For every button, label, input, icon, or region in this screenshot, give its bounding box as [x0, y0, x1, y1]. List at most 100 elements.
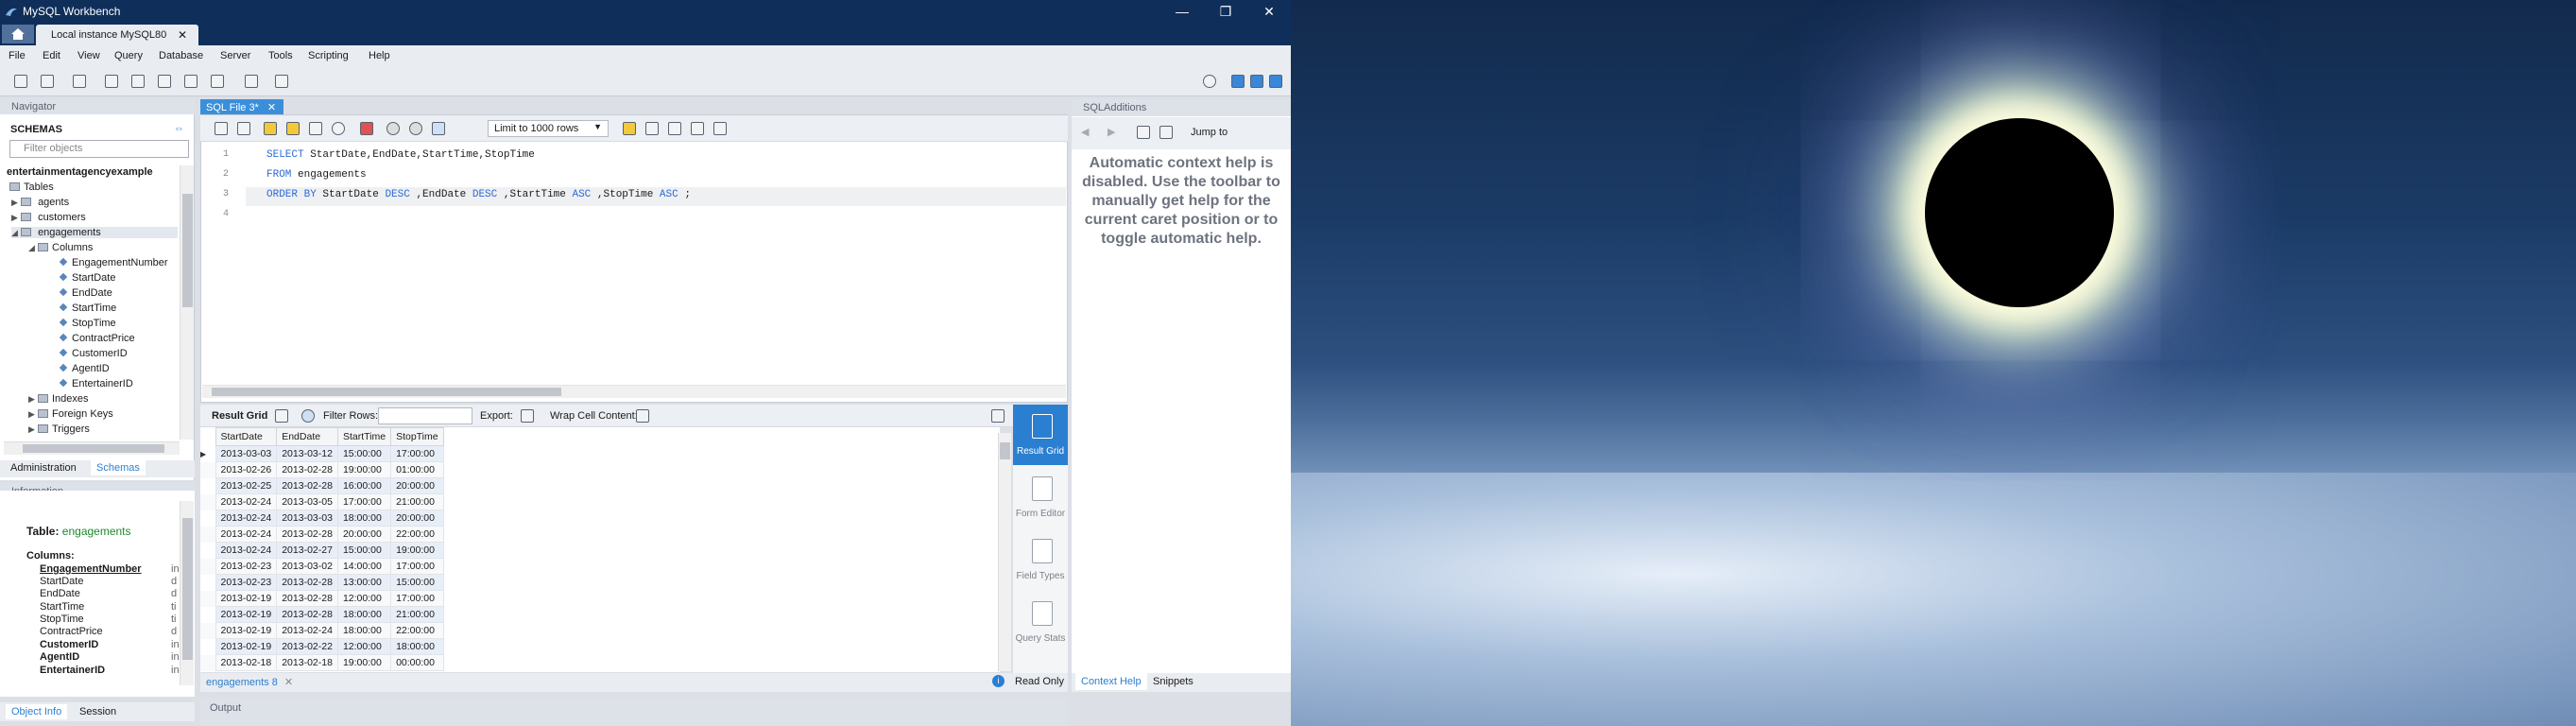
- table-cell[interactable]: 2013-02-25: [215, 477, 278, 494]
- table-cell[interactable]: 2013-02-28: [276, 477, 338, 494]
- tree-tables[interactable]: Tables: [9, 182, 54, 193]
- table-row[interactable]: 2013-02-24 2013-03-03 18:00:00 20:00:00: [200, 510, 444, 527]
- table-row[interactable]: 2013-02-19 2013-02-24 18:00:00 22:00:00: [200, 622, 444, 639]
- toggle-sidebar-icon[interactable]: [1228, 72, 1247, 91]
- jump-to-select[interactable]: Jump to: [1191, 127, 1228, 138]
- table-cell[interactable]: 18:00:00: [390, 638, 444, 655]
- table-cell[interactable]: 20:00:00: [390, 477, 444, 494]
- table-row[interactable]: 2013-02-26 2013-02-28 19:00:00 01:00:00: [200, 461, 444, 478]
- menu-edit[interactable]: Edit: [43, 50, 60, 61]
- row-gutter[interactable]: [200, 542, 215, 559]
- table-row[interactable]: 2013-02-24 2013-02-27 15:00:00 19:00:00: [200, 542, 444, 559]
- column-header[interactable]: StartTime: [336, 427, 392, 446]
- table-cell[interactable]: 2013-02-28: [276, 590, 338, 607]
- filter-rows-input[interactable]: [378, 407, 472, 424]
- table-cell[interactable]: 17:00:00: [390, 558, 444, 575]
- table-cell[interactable]: 2013-02-27: [276, 542, 338, 559]
- result-tab[interactable]: engagements 8 ✕: [206, 676, 293, 688]
- table-cell[interactable]: 2013-03-05: [276, 493, 338, 510]
- menu-server[interactable]: Server: [220, 50, 250, 61]
- row-gutter[interactable]: [200, 590, 215, 607]
- table-cell[interactable]: 16:00:00: [336, 477, 392, 494]
- table-cell[interactable]: 2013-03-03: [276, 510, 338, 527]
- table-cell[interactable]: 21:00:00: [390, 606, 444, 623]
- create-procedure-icon[interactable]: [181, 72, 200, 91]
- table-cell[interactable]: 12:00:00: [336, 590, 392, 607]
- tree-column[interactable]: CustomerID: [59, 348, 128, 359]
- table-cell[interactable]: 2013-02-19: [215, 606, 278, 623]
- table-cell[interactable]: 2013-02-28: [276, 461, 338, 478]
- execute-current-icon[interactable]: [283, 119, 302, 138]
- tab-context-help[interactable]: Context Help: [1075, 673, 1147, 690]
- row-gutter[interactable]: [200, 654, 215, 671]
- table-cell[interactable]: 00:00:00: [390, 654, 444, 671]
- table-cell[interactable]: 19:00:00: [336, 461, 392, 478]
- table-cell[interactable]: 2013-02-24: [215, 493, 278, 510]
- find-replace-icon[interactable]: [665, 119, 684, 138]
- tree-table-customers[interactable]: ▶ customers: [11, 212, 86, 223]
- save-icon[interactable]: [234, 119, 253, 138]
- table-cell[interactable]: 20:00:00: [390, 510, 444, 527]
- tree-column[interactable]: EntertainerID: [59, 378, 133, 389]
- result-grid[interactable]: StartDate EndDate StartTime StopTime ▶ 20…: [200, 427, 1000, 672]
- create-schema-icon[interactable]: [102, 72, 121, 91]
- table-cell[interactable]: 2013-03-02: [276, 558, 338, 575]
- autocommit-icon[interactable]: [429, 119, 448, 138]
- sql-line-3[interactable]: ORDER BY StartDate DESC ,EndDate DESC ,S…: [266, 189, 691, 200]
- tab-object-info[interactable]: Object Info: [6, 704, 68, 719]
- row-gutter[interactable]: [200, 638, 215, 655]
- tab-session[interactable]: Session: [79, 706, 116, 717]
- close-tab-icon[interactable]: ✕: [178, 28, 187, 42]
- connection-tab[interactable]: Local instance MySQL80 ✕: [36, 25, 198, 45]
- search-table-data-icon[interactable]: [242, 72, 261, 91]
- tree-column[interactable]: ContractPrice: [59, 333, 135, 344]
- row-gutter[interactable]: [200, 574, 215, 591]
- tree-columns[interactable]: ◢ Columns: [28, 242, 93, 253]
- create-table-icon[interactable]: [129, 72, 147, 91]
- row-gutter[interactable]: [200, 526, 215, 543]
- navigator-hscrollbar[interactable]: [4, 441, 180, 455]
- collapse-icon[interactable]: ⇔: [174, 123, 184, 134]
- table-cell[interactable]: 2013-03-12: [276, 445, 338, 462]
- manual-help-icon[interactable]: [1134, 123, 1153, 142]
- tab-schemas[interactable]: Schemas: [91, 460, 146, 475]
- table-cell[interactable]: 2013-02-28: [276, 574, 338, 591]
- table-cell[interactable]: 15:00:00: [390, 574, 444, 591]
- table-cell[interactable]: 2013-02-24: [215, 510, 278, 527]
- table-cell[interactable]: 2013-02-24: [276, 622, 338, 639]
- table-cell[interactable]: 22:00:00: [390, 622, 444, 639]
- tree-column[interactable]: StartDate: [59, 272, 115, 284]
- table-cell[interactable]: 2013-02-26: [215, 461, 278, 478]
- row-gutter[interactable]: [200, 622, 215, 639]
- table-cell[interactable]: 2013-02-28: [276, 606, 338, 623]
- menu-help[interactable]: Help: [369, 50, 390, 61]
- toggle-result-panel-icon[interactable]: [988, 406, 1007, 425]
- wrap-cell-icon[interactable]: [633, 406, 652, 425]
- menu-query[interactable]: Query: [114, 50, 143, 61]
- tree-column[interactable]: AgentID: [59, 363, 110, 374]
- back-icon[interactable]: ◀: [1081, 126, 1089, 138]
- menu-file[interactable]: File: [9, 50, 26, 61]
- table-row[interactable]: 2013-02-19 2013-02-22 12:00:00 18:00:00: [200, 638, 444, 655]
- table-cell[interactable]: 15:00:00: [336, 542, 392, 559]
- table-cell[interactable]: 13:00:00: [336, 574, 392, 591]
- table-cell[interactable]: 2013-02-19: [215, 638, 278, 655]
- tree-table-agents[interactable]: ▶ agents: [11, 197, 69, 208]
- menu-database[interactable]: Database: [159, 50, 203, 61]
- tree-column[interactable]: StopTime: [59, 318, 116, 329]
- tree-column[interactable]: EndDate: [59, 287, 112, 299]
- table-cell[interactable]: 12:00:00: [336, 638, 392, 655]
- tab-snippets[interactable]: Snippets: [1153, 676, 1194, 687]
- table-row[interactable]: 2013-02-18 2013-02-18 19:00:00 00:00:00: [200, 654, 444, 671]
- row-gutter[interactable]: [200, 558, 215, 575]
- menu-scripting[interactable]: Scripting: [308, 50, 349, 61]
- table-cell[interactable]: 15:00:00: [336, 445, 392, 462]
- limit-rows-select[interactable]: Limit to 1000 rows ▼: [488, 120, 609, 137]
- table-cell[interactable]: 17:00:00: [390, 590, 444, 607]
- create-function-icon[interactable]: [208, 72, 227, 91]
- table-cell[interactable]: 17:00:00: [390, 445, 444, 462]
- home-tab[interactable]: [2, 25, 34, 43]
- table-cell[interactable]: 2013-02-19: [215, 622, 278, 639]
- tree-indexes[interactable]: ▶ Indexes: [28, 393, 89, 405]
- table-cell[interactable]: 2013-02-22: [276, 638, 338, 655]
